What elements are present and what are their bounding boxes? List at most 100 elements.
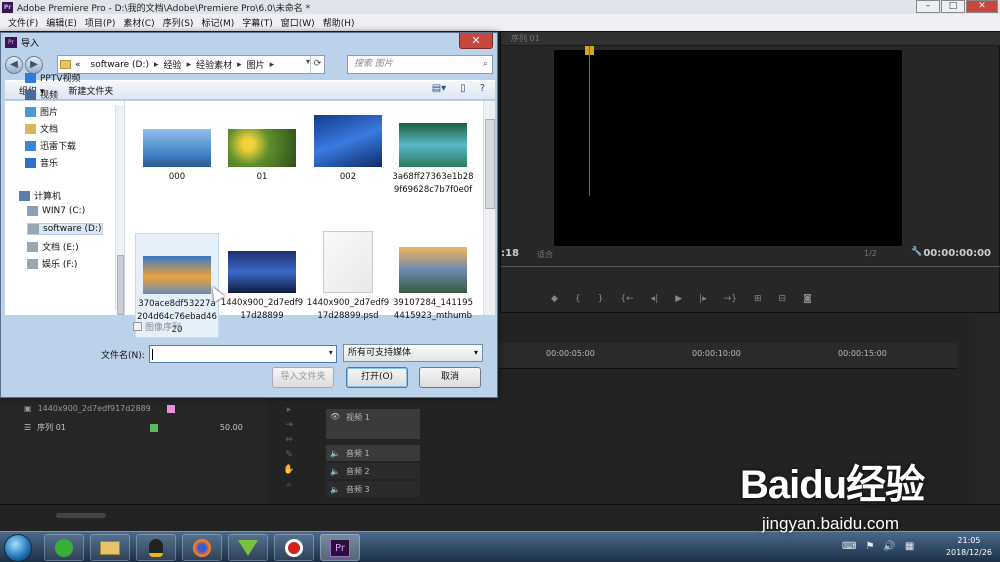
- nav-item[interactable]: 音乐: [25, 156, 58, 169]
- zoom-tool-icon[interactable]: ⌕: [286, 480, 291, 490]
- file-item[interactable]: 002: [306, 107, 390, 184]
- nav-item[interactable]: software (D:): [27, 223, 103, 235]
- go-to-out-icon[interactable]: →}: [724, 294, 737, 304]
- import-folder-button[interactable]: 导入文件夹: [272, 367, 334, 388]
- camera-icon[interactable]: ◙: [803, 294, 812, 304]
- taskbar-qq-icon[interactable]: [136, 534, 176, 561]
- selection-tool-icon[interactable]: ▸: [287, 405, 292, 415]
- file-item[interactable]: 3a68ff27363e1b289f69628c7b7f0e0f: [391, 107, 475, 197]
- taskbar-premiere-icon[interactable]: Pr: [320, 534, 360, 561]
- step-back-icon[interactable]: ◂|: [651, 294, 659, 304]
- file-list-scrollbar[interactable]: [483, 101, 495, 315]
- speaker-icon[interactable]: 🔈: [330, 449, 340, 458]
- taskbar-media-icon[interactable]: [228, 534, 268, 561]
- speaker-icon[interactable]: 🔈: [330, 467, 340, 476]
- minimize-button[interactable]: –: [916, 0, 940, 13]
- file-item[interactable]: 1440x900_2d7edf917d28899.psd: [306, 231, 390, 323]
- taskbar-recorder-icon[interactable]: [274, 534, 314, 561]
- marker-icon[interactable]: ◆: [551, 294, 558, 304]
- speaker-icon[interactable]: 🔈: [330, 485, 340, 494]
- nav-item[interactable]: 视频: [25, 88, 58, 101]
- ripple-tool-icon[interactable]: ⇥: [285, 420, 293, 430]
- taskbar-browser-icon[interactable]: [44, 534, 84, 561]
- new-folder-button[interactable]: 新建文件夹: [68, 84, 113, 97]
- mark-in-icon[interactable]: {: [575, 294, 581, 304]
- menu-edit[interactable]: 编辑(E): [42, 16, 81, 29]
- monitor-scrubber[interactable]: [501, 266, 1000, 267]
- taskbar-explorer-icon[interactable]: [90, 534, 130, 561]
- timeline-ruler[interactable]: 00:00:05:00 00:00:10:00 00:00:15:00: [482, 343, 958, 369]
- resolution-select[interactable]: 1/2: [864, 249, 877, 258]
- file-type-select[interactable]: 所有可支持媒体 ▾: [343, 344, 483, 362]
- lift-icon[interactable]: ⊞: [754, 294, 762, 304]
- rate-tool-icon[interactable]: ⇔: [285, 435, 293, 445]
- back-button[interactable]: ◀: [5, 56, 23, 74]
- menu-sequence[interactable]: 序列(S): [159, 16, 198, 29]
- project-item[interactable]: ▣ 1440x900_2d7edf917d2889: [24, 404, 175, 413]
- taskbar-firefox-icon[interactable]: [182, 534, 222, 561]
- project-scrollbar[interactable]: [56, 513, 106, 518]
- clock[interactable]: 21:05 2018/12/26: [946, 535, 992, 559]
- nav-item[interactable]: PPTV视频: [25, 71, 81, 84]
- nav-item[interactable]: 文档: [25, 122, 58, 135]
- menu-title[interactable]: 字幕(T): [238, 16, 277, 29]
- filename-input[interactable]: ▾: [148, 345, 337, 363]
- monitor-tab[interactable]: 序列 01: [501, 32, 1000, 46]
- close-window-button[interactable]: ✕: [966, 0, 998, 13]
- search-icon[interactable]: ⌕: [483, 56, 488, 73]
- help-icon[interactable]: ?: [480, 83, 485, 94]
- menu-window[interactable]: 窗口(W): [277, 16, 319, 29]
- menu-file[interactable]: 文件(F): [4, 16, 42, 29]
- navigation-scrollbar[interactable]: [115, 105, 124, 315]
- volume-icon[interactable]: 🔊: [883, 541, 895, 552]
- network-icon[interactable]: ▦: [905, 541, 914, 552]
- file-item[interactable]: 1440x900_2d7edf917d28899: [220, 233, 304, 323]
- maximize-button[interactable]: □: [941, 0, 965, 13]
- file-item[interactable]: 000: [135, 107, 219, 184]
- flag-icon[interactable]: ⚑: [865, 541, 874, 552]
- audio-track-2[interactable]: 🔈 音频 2: [326, 463, 420, 479]
- breadcrumb-item[interactable]: 图片: [247, 58, 265, 71]
- image-sequence-option[interactable]: 图像序列: [133, 320, 181, 333]
- audio-track-3[interactable]: 🔈 音频 3: [326, 481, 420, 497]
- mark-out-icon[interactable]: }: [598, 294, 604, 304]
- cancel-button[interactable]: 取消: [419, 367, 481, 388]
- breadcrumb-item[interactable]: 经验: [164, 58, 182, 71]
- menu-marker[interactable]: 标记(M): [197, 16, 238, 29]
- open-button[interactable]: 打开(O): [346, 367, 408, 388]
- start-button[interactable]: [4, 534, 32, 562]
- refresh-icon[interactable]: ⟳: [310, 56, 324, 73]
- filename-dropdown-icon[interactable]: ▾: [329, 348, 333, 357]
- eye-icon[interactable]: 👁: [330, 412, 340, 421]
- step-forward-icon[interactable]: |▸: [699, 294, 707, 304]
- breadcrumb-item[interactable]: software (D:): [91, 60, 150, 70]
- breadcrumb-item[interactable]: 经验素材: [196, 58, 232, 71]
- menu-project[interactable]: 项目(P): [81, 16, 119, 29]
- nav-item[interactable]: 迅雷下载: [25, 139, 76, 152]
- play-icon[interactable]: ▶: [675, 294, 682, 304]
- hand-tool-icon[interactable]: ✋: [283, 465, 294, 475]
- wrench-icon[interactable]: 🔧: [911, 247, 922, 257]
- video-track-1[interactable]: 👁 视频 1: [326, 409, 420, 439]
- image-sequence-checkbox[interactable]: [133, 322, 142, 331]
- zoom-fit-select[interactable]: 适合: [537, 249, 553, 260]
- timeline-scrollbar[interactable]: [975, 314, 999, 504]
- pen-tool-icon[interactable]: ✎: [285, 450, 293, 460]
- go-to-in-icon[interactable]: {←: [620, 294, 633, 304]
- nav-item[interactable]: WIN7 (C:): [27, 206, 85, 216]
- audio-track-1[interactable]: 🔈 音频 1: [326, 445, 420, 461]
- nav-item[interactable]: 图片: [25, 105, 58, 118]
- nav-item[interactable]: 计算机: [19, 189, 61, 202]
- nav-item[interactable]: 文档 (E:): [27, 240, 79, 253]
- extract-icon[interactable]: ⊟: [779, 294, 787, 304]
- file-item[interactable]: 39107284_1411954415923_mthumb: [391, 233, 475, 323]
- preview-pane-icon[interactable]: ▯: [460, 83, 466, 94]
- file-item[interactable]: 01: [220, 107, 304, 184]
- address-bar[interactable]: « software (D:) ▸ 经验 ▸ 经验素材 ▸ 图片 ▸ ▾ ⟳: [57, 55, 325, 74]
- menu-help[interactable]: 帮助(H): [319, 16, 359, 29]
- search-input[interactable]: 搜索 图片 ⌕: [347, 55, 493, 74]
- dialog-close-button[interactable]: ✕: [459, 33, 493, 49]
- menu-clip[interactable]: 素材(C): [119, 16, 158, 29]
- keyboard-icon[interactable]: ⌨: [842, 541, 856, 552]
- view-mode-icon[interactable]: ▤▾: [432, 83, 446, 94]
